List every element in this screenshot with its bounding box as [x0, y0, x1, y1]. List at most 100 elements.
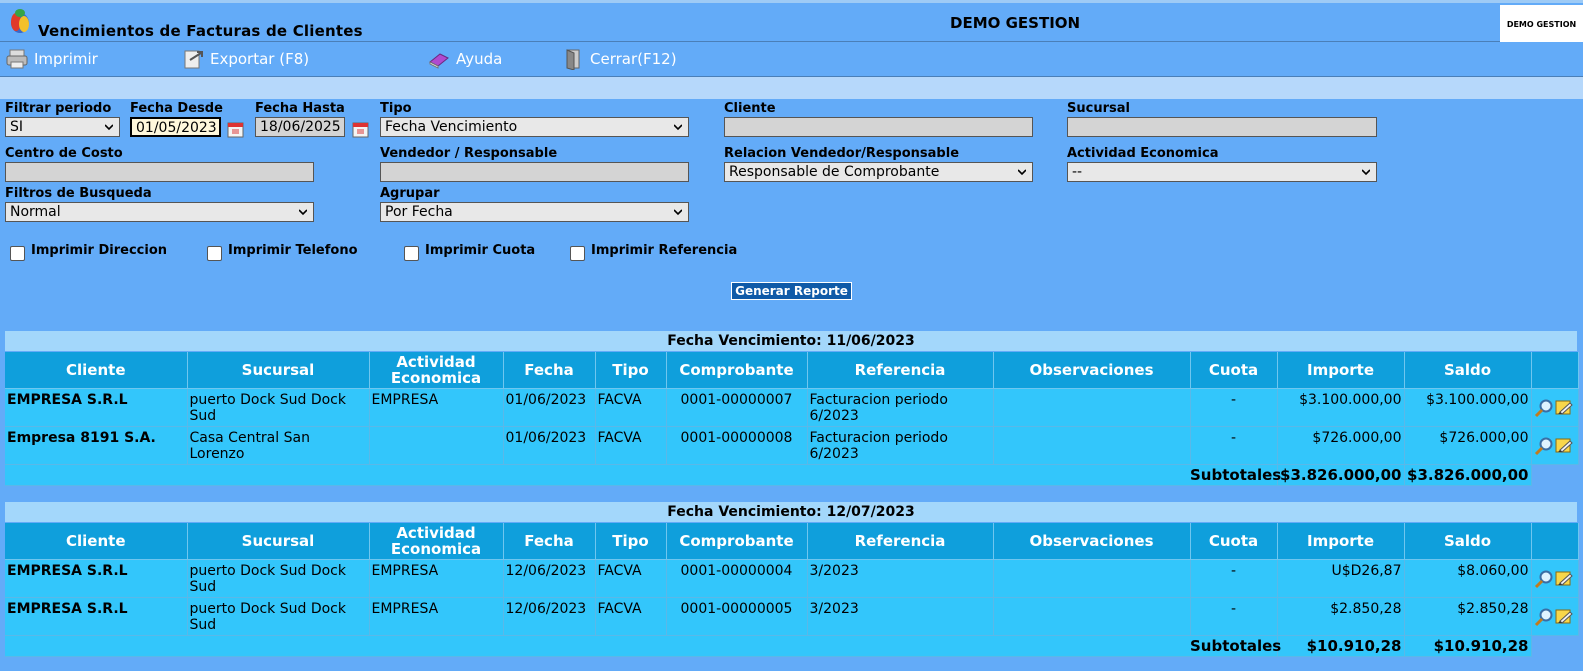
cell-cliente: EMPRESA S.R.L — [5, 597, 188, 636]
edit-document-icon[interactable] — [1554, 398, 1574, 418]
column-header[interactable]: Importe — [1277, 352, 1405, 389]
toolbar: Imprimir Exportar (F8) Ayuda Cerrar(F12) — [0, 42, 1583, 77]
column-header[interactable]: Tipo — [595, 523, 667, 560]
cell-sucursal: puerto Dock Sud Dock Sud — [187, 559, 370, 598]
cell-referencia: Facturacion periodo 6/2023 — [807, 388, 994, 427]
column-header[interactable]: Comprobante — [666, 352, 808, 389]
help-button[interactable]: Ayuda — [428, 48, 502, 70]
column-header[interactable]: Fecha — [503, 352, 596, 389]
imprimir-referencia-label: Imprimir Referencia — [591, 243, 738, 258]
column-header[interactable]: Sucursal — [187, 523, 370, 560]
relacion-value: Responsable de Comprobante — [729, 164, 940, 180]
table-row: EMPRESA S.R.L puerto Dock Sud Dock Sud E… — [5, 388, 1579, 427]
company-name: DEMO GESTION — [950, 14, 1081, 32]
cell-comprobante: 0001-00000008 — [666, 426, 808, 465]
magnifier-icon[interactable] — [1534, 569, 1554, 589]
imprimir-referencia-option[interactable]: Imprimir Referencia — [570, 240, 737, 261]
imprimir-direccion-checkbox[interactable] — [10, 246, 25, 261]
column-header[interactable]: Cuota — [1190, 523, 1278, 560]
cell-referencia: Facturacion periodo 6/2023 — [807, 426, 994, 465]
print-button[interactable]: Imprimir — [6, 48, 98, 70]
report-table: Cliente Sucursal Actividad Economica Fec… — [5, 352, 1579, 486]
column-header-actions — [1531, 523, 1579, 560]
table-header-row: Cliente Sucursal Actividad Economica Fec… — [5, 523, 1579, 560]
imprimir-cuota-checkbox[interactable] — [404, 246, 419, 261]
cell-cliente: EMPRESA S.R.L — [5, 559, 188, 598]
fecha-desde-input[interactable]: 01/05/2023 — [130, 117, 221, 137]
column-header[interactable]: Cliente — [5, 523, 188, 560]
subtotal-saldo: $3.826.000,00 — [1404, 464, 1532, 486]
fecha-hasta-input[interactable]: 18/06/2025 — [255, 117, 345, 137]
cell-importe: $726.000,00 — [1277, 426, 1405, 465]
cell-actividad: EMPRESA — [369, 597, 504, 636]
filtrar-periodo-select[interactable]: SI — [5, 117, 120, 137]
calendar-icon[interactable] — [350, 118, 372, 140]
table-header-row: Cliente Sucursal Actividad Economica Fec… — [5, 352, 1579, 389]
cell-cuota: - — [1190, 559, 1278, 598]
chevron-down-icon — [1018, 169, 1026, 176]
edit-document-icon[interactable] — [1554, 569, 1574, 589]
vendedor-input[interactable] — [380, 162, 689, 182]
cell-cuota: - — [1190, 426, 1278, 465]
printer-icon — [6, 49, 28, 69]
actividad-select[interactable]: -- — [1067, 162, 1377, 182]
column-header[interactable]: Sucursal — [187, 352, 370, 389]
subtotal-label: Subtotales — [1190, 464, 1282, 486]
sucursal-input[interactable] — [1067, 117, 1377, 137]
column-header[interactable]: Comprobante — [666, 523, 808, 560]
imprimir-cuota-option[interactable]: Imprimir Cuota — [404, 240, 535, 261]
column-header[interactable]: Actividad Economica — [369, 352, 504, 389]
edit-document-icon[interactable] — [1554, 607, 1574, 627]
company-logo: DEMO GESTION — [1500, 5, 1583, 44]
filtrar-periodo-label: Filtrar periodo — [5, 101, 112, 116]
imprimir-telefono-option[interactable]: Imprimir Telefono — [207, 240, 358, 261]
print-label: Imprimir — [34, 50, 98, 68]
column-header[interactable]: Tipo — [595, 352, 667, 389]
centro-costo-label: Centro de Costo — [5, 146, 123, 161]
cell-sucursal: Casa Central San Lorenzo — [187, 426, 370, 465]
column-header[interactable]: Observaciones — [993, 352, 1191, 389]
subtotal-row: Subtotales $10.910,28 $10.910,28 — [5, 635, 1578, 657]
cell-fecha: 01/06/2023 — [503, 426, 596, 465]
generar-reporte-button[interactable]: Generar Reporte — [731, 282, 852, 300]
imprimir-referencia-checkbox[interactable] — [570, 246, 585, 261]
cell-referencia: 3/2023 — [807, 597, 994, 636]
imprimir-direccion-option[interactable]: Imprimir Direccion — [10, 240, 167, 261]
magnifier-icon[interactable] — [1534, 436, 1554, 456]
column-header[interactable]: Fecha — [503, 523, 596, 560]
calendar-icon[interactable] — [225, 118, 247, 140]
close-button[interactable]: Cerrar(F12) — [562, 48, 677, 70]
cell-cliente: EMPRESA S.R.L — [5, 388, 188, 427]
column-header[interactable]: Referencia — [807, 523, 994, 560]
column-header[interactable]: Actividad Economica — [369, 523, 504, 560]
column-header[interactable]: Saldo — [1404, 523, 1532, 560]
column-header[interactable]: Saldo — [1404, 352, 1532, 389]
column-header[interactable]: Referencia — [807, 352, 994, 389]
subtotal-saldo: $10.910,28 — [1404, 635, 1532, 657]
filtrar-periodo-value: SI — [10, 119, 24, 135]
magnifier-icon[interactable] — [1534, 398, 1554, 418]
filtros-busqueda-select[interactable]: Normal — [5, 202, 314, 222]
column-header[interactable]: Importe — [1277, 523, 1405, 560]
cell-actions — [1531, 559, 1579, 598]
magnifier-icon[interactable] — [1534, 607, 1554, 627]
cell-cliente: Empresa 8191 S.A. — [5, 426, 188, 465]
relacion-select[interactable]: Responsable de Comprobante — [724, 162, 1033, 182]
tipo-select[interactable]: Fecha Vencimiento — [380, 117, 689, 137]
close-door-icon — [566, 49, 580, 70]
export-button[interactable]: Exportar (F8) — [182, 48, 309, 70]
column-header[interactable]: Cuota — [1190, 352, 1278, 389]
column-header[interactable]: Observaciones — [993, 523, 1191, 560]
column-header[interactable]: Cliente — [5, 352, 188, 389]
agrupar-select[interactable]: Por Fecha — [380, 202, 689, 222]
imprimir-direccion-label: Imprimir Direccion — [31, 243, 168, 258]
filtros-busqueda-value: Normal — [10, 204, 61, 220]
cell-importe: $3.100.000,00 — [1277, 388, 1405, 427]
centro-costo-input[interactable] — [5, 162, 314, 182]
title-bar: Vencimientos de Facturas de Clientes DEM… — [0, 0, 1583, 44]
report-table: Cliente Sucursal Actividad Economica Fec… — [5, 523, 1579, 657]
imprimir-telefono-checkbox[interactable] — [207, 246, 222, 261]
edit-document-icon[interactable] — [1554, 436, 1574, 456]
cliente-input[interactable] — [724, 117, 1033, 137]
group-header: Fecha Vencimiento: 12/07/2023 — [5, 502, 1577, 522]
